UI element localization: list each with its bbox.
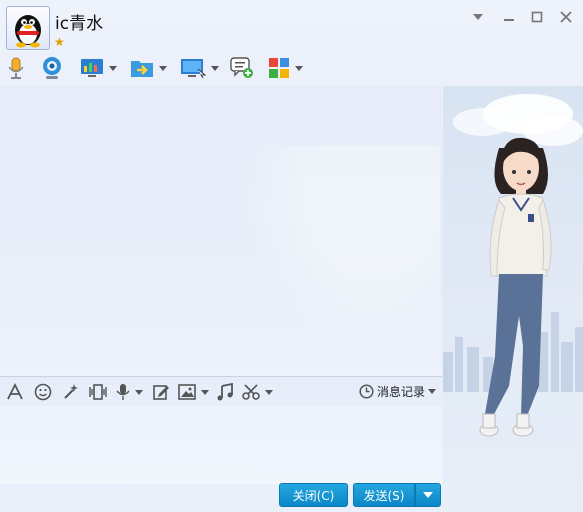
close-button[interactable]: 关闭(C) <box>279 483 348 507</box>
message-input[interactable] <box>0 406 442 484</box>
microphone-icon[interactable] <box>6 54 26 82</box>
show-avatar-figure <box>479 137 552 437</box>
window-shake-icon[interactable] <box>88 382 108 402</box>
magic-wand-icon[interactable] <box>62 382 80 402</box>
message-history-button[interactable]: 消息记录 <box>359 383 436 400</box>
star-icon: ★ <box>54 35 65 49</box>
send-button[interactable]: 发送(S) <box>353 483 415 507</box>
clock-icon <box>359 384 374 399</box>
message-display-area[interactable] <box>0 86 442 376</box>
send-file-icon[interactable] <box>130 54 167 82</box>
input-toolbar: 消息记录 <box>0 378 442 406</box>
remote-assist-icon[interactable] <box>80 54 117 82</box>
history-label: 消息记录 <box>376 385 425 399</box>
video-camera-icon[interactable] <box>40 54 64 82</box>
emoji-icon[interactable] <box>34 382 52 402</box>
create-discussion-icon[interactable] <box>230 54 254 82</box>
minimize-icon[interactable] <box>500 8 518 26</box>
image-icon[interactable] <box>178 382 209 402</box>
font-icon[interactable] <box>6 382 24 402</box>
voice-message-icon[interactable] <box>116 382 143 402</box>
chat-window: ic青水 ★ 消息记录 关闭(C) 发送(S) <box>0 0 583 512</box>
edit-note-icon[interactable] <box>152 382 170 402</box>
side-show-panel <box>443 86 583 512</box>
apps-icon[interactable] <box>268 54 303 82</box>
screen-share-icon[interactable] <box>180 54 219 82</box>
music-icon[interactable] <box>216 382 234 402</box>
main-toolbar <box>0 54 310 84</box>
send-options-dropdown[interactable] <box>415 483 441 507</box>
close-icon[interactable] <box>557 8 575 26</box>
maximize-icon[interactable] <box>528 8 546 26</box>
dropdown-icon[interactable] <box>469 8 487 26</box>
pane-divider[interactable] <box>0 376 442 377</box>
contact-name: ic青水 <box>55 14 104 34</box>
screenshot-scissors-icon[interactable] <box>242 382 273 402</box>
contact-avatar[interactable] <box>6 6 50 50</box>
background-clouds <box>220 146 440 376</box>
penguin-avatar-icon <box>15 15 41 48</box>
